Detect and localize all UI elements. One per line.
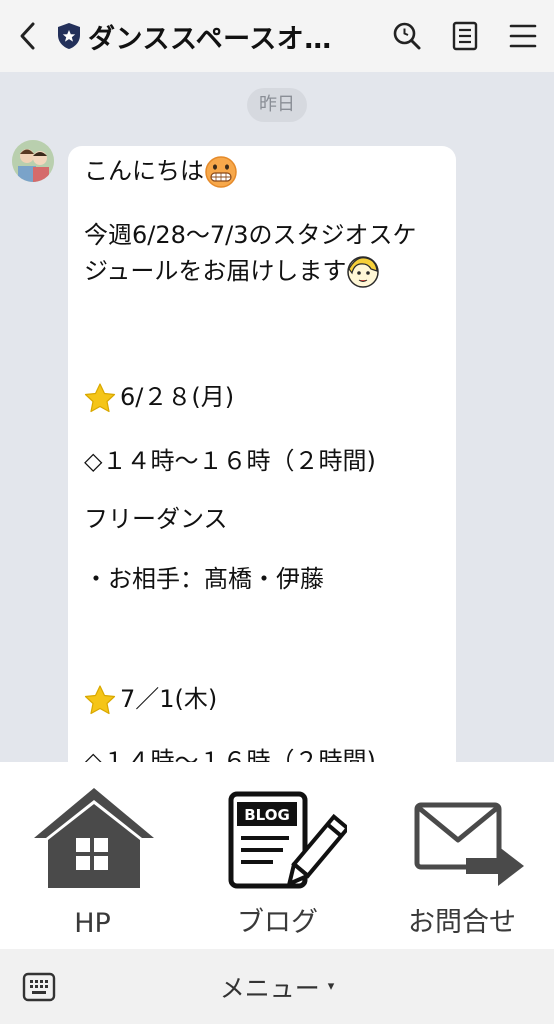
mail-icon <box>414 802 524 886</box>
official-shield-icon <box>58 23 80 49</box>
day1-type-text: フリーダンス <box>84 505 228 533</box>
message-line-intro: 今週6/28〜7/3のスタジオスケ <box>84 221 417 249</box>
greeting-text: こんにちは <box>84 157 204 185</box>
intro-continuation-text: ジュールをお届けします <box>84 257 347 285</box>
date-separator: 昨日 <box>247 88 307 122</box>
day2-date-text: 7／1(木) <box>120 685 218 713</box>
star-icon <box>84 685 116 715</box>
chat-header: ダンススペースオ… <box>0 0 554 72</box>
rich-menu-contact-label: お問合せ <box>408 907 516 938</box>
notes-button[interactable] <box>450 21 480 51</box>
day1-time-text: ◇１４時〜１６時（２時間) <box>84 447 376 475</box>
message-line-greeting: こんにちは <box>84 154 238 189</box>
keyboard-icon <box>22 972 56 1002</box>
day1-date-line: 6/２８(月) <box>84 380 234 414</box>
rich-menu-contact-button[interactable]: お問合せ <box>370 762 554 949</box>
star-icon <box>84 383 116 413</box>
rich-menu-hp-label: HP <box>74 908 111 939</box>
day1-partner-text: ・お相手：髙橋・伊藤 <box>84 565 324 593</box>
chat-title-area[interactable]: ダンススペースオ… <box>56 17 346 56</box>
menu-toggle-label: メニュー <box>219 973 320 1003</box>
message-bubble[interactable]: こんにちは 今週6/28〜7/3のスタジオスケ ジュールをお届けします 6/２８… <box>68 146 456 762</box>
rich-menu: HP BLOG ブログ お問合せ <box>0 762 554 949</box>
back-arrow-icon <box>20 22 35 50</box>
grin-face-emoji-icon <box>205 156 237 188</box>
rich-menu-blog-button[interactable]: BLOG ブログ <box>185 762 370 949</box>
message-line-intro-2: ジュールをお届けします <box>84 254 380 289</box>
back-button[interactable] <box>0 0 56 72</box>
caret-down-icon: ▾ <box>327 979 335 994</box>
blog-icon: BLOG <box>228 791 347 889</box>
house-icon <box>34 788 154 888</box>
rich-menu-blog-label: ブログ <box>237 907 318 938</box>
hamburger-menu-icon <box>509 24 537 48</box>
chat-title: ダンススペースオ… <box>88 23 332 55</box>
search-button[interactable] <box>392 21 422 51</box>
avatar-image <box>12 140 54 182</box>
blog-icon-text: BLOG <box>244 806 290 824</box>
search-icon <box>393 22 421 50</box>
bottom-bar: メニュー ▾ <box>0 949 554 1024</box>
day1-date-text: 6/２８(月) <box>120 383 235 411</box>
hamburger-menu-button[interactable] <box>508 21 538 51</box>
chat-area[interactable]: 昨日 こんにちは 今週6/28〜7/3のスタジオスケ ジュールをお届けします 6… <box>0 72 554 762</box>
day2-date-line: 7／1(木) <box>84 682 217 716</box>
keyboard-button[interactable] <box>22 971 56 1003</box>
day2-time-text-partial: ◇１４時〜１６時（２時間) <box>84 747 376 762</box>
rich-menu-hp-button[interactable]: HP <box>0 762 185 949</box>
notes-icon <box>452 21 478 51</box>
character-sticker-emoji-icon <box>347 256 380 288</box>
rich-menu-toggle[interactable]: メニュー ▾ <box>0 949 554 1024</box>
sender-avatar[interactable] <box>12 140 54 182</box>
